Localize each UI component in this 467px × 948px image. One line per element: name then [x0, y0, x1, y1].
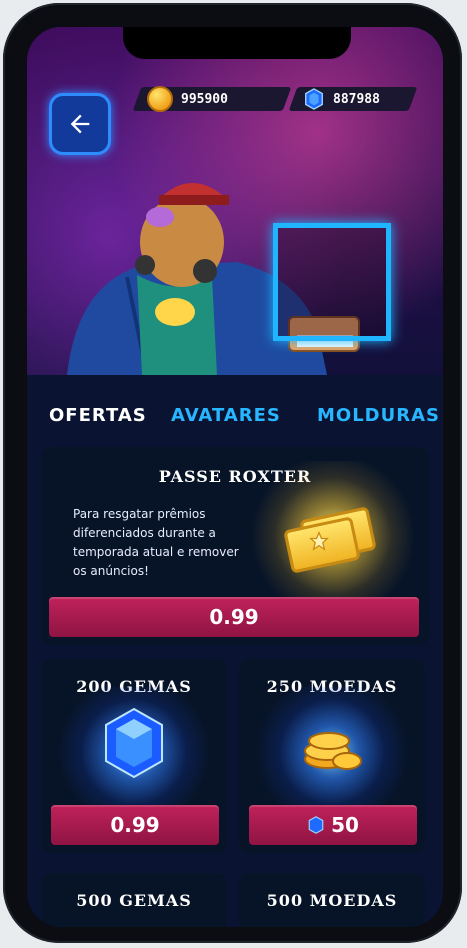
offer-card-coins: 250 MOEDAS 50 — [239, 659, 425, 853]
pass-price: 0.99 — [209, 605, 259, 629]
offer-card-gems-500: 500 GEMAS — [41, 873, 227, 927]
avatar-hero: 995900 887988 — [27, 27, 443, 375]
arrow-left-icon — [70, 114, 90, 134]
gem-icon — [305, 88, 323, 110]
offer-title: 500 MOEDAS — [266, 891, 398, 910]
buy-gems-button[interactable]: 0.99 — [51, 805, 219, 845]
offer-title: 500 GEMAS — [76, 891, 192, 910]
pass-offer-description: Para resgatar prêmios diferenciados dura… — [73, 507, 239, 578]
offer-price: 50 — [331, 813, 359, 837]
coin-balance: 995900 — [132, 86, 292, 112]
coin-icon — [147, 86, 173, 112]
pass-buy-button[interactable]: 0.99 — [49, 597, 419, 637]
pass-offer-card: PASSE ROXTER Para resgatar prêmios difer… — [41, 447, 429, 645]
tab-avatares[interactable]: AVATARES — [171, 405, 281, 426]
shop-tabs: OFERTAS AVATARES MOLDURAS — [27, 375, 443, 451]
coin-balance-value: 995900 — [181, 91, 228, 107]
gem-balance-value: 887988 — [333, 91, 380, 107]
back-button[interactable] — [49, 93, 111, 155]
offer-card-gems: 200 GEMAS 0.99 — [41, 659, 227, 853]
phone-notch — [123, 27, 351, 59]
tab-ofertas[interactable]: OFERTAS — [49, 405, 147, 426]
avatar-frame-preview — [273, 223, 391, 341]
gem-icon — [308, 816, 324, 834]
phone-frame: 995900 887988 OFERTAS AVATARES MOLDURAS — [3, 3, 462, 943]
gem-icon — [105, 707, 163, 779]
app-screen: 995900 887988 OFERTAS AVATARES MOLDURAS — [27, 27, 443, 927]
tab-molduras[interactable]: MOLDURAS — [317, 405, 440, 426]
coin-stack-icon — [304, 732, 362, 770]
offer-card-coins-500: 500 MOEDAS — [239, 873, 425, 927]
gem-balance: 887988 — [288, 87, 418, 111]
offer-price: 0.99 — [110, 813, 160, 837]
buy-coins-button[interactable]: 50 — [249, 805, 417, 845]
